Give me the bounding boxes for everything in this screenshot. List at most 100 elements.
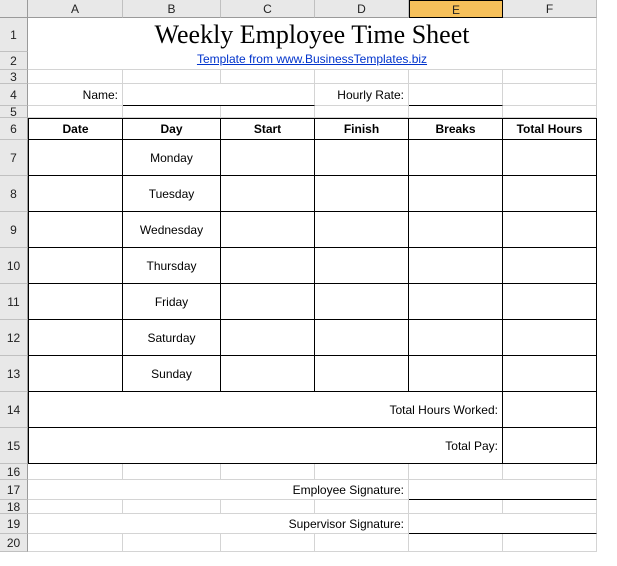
date-2[interactable] — [28, 212, 123, 248]
cell-F20[interactable] — [503, 534, 597, 552]
breaks-5[interactable] — [409, 320, 503, 356]
cell-B16[interactable] — [123, 464, 221, 480]
employee-signature-field[interactable] — [409, 480, 597, 500]
row-header-5[interactable]: 5 — [0, 106, 28, 118]
total-pay-value[interactable] — [503, 428, 597, 464]
cell-D18[interactable] — [315, 500, 409, 514]
cell-A5[interactable] — [28, 106, 123, 118]
select-all-corner[interactable] — [0, 0, 28, 18]
cell-F3[interactable] — [503, 70, 597, 84]
cell-C5[interactable] — [221, 106, 315, 118]
row-header-16[interactable]: 16 — [0, 464, 28, 480]
start-2[interactable] — [221, 212, 315, 248]
cell-D5[interactable] — [315, 106, 409, 118]
breaks-6[interactable] — [409, 356, 503, 392]
col-header-E[interactable]: E — [409, 0, 503, 18]
breaks-4[interactable] — [409, 284, 503, 320]
row-header-18[interactable]: 18 — [0, 500, 28, 514]
cell-C3[interactable] — [221, 70, 315, 84]
total-3[interactable] — [503, 248, 597, 284]
spreadsheet-grid[interactable]: A B C D E F 1 Weekly Employee Time Sheet… — [0, 0, 617, 552]
start-3[interactable] — [221, 248, 315, 284]
total-4[interactable] — [503, 284, 597, 320]
row-header-4[interactable]: 4 — [0, 84, 28, 106]
finish-6[interactable] — [315, 356, 409, 392]
start-4[interactable] — [221, 284, 315, 320]
cell-E3[interactable] — [409, 70, 503, 84]
cell-B20[interactable] — [123, 534, 221, 552]
date-6[interactable] — [28, 356, 123, 392]
finish-2[interactable] — [315, 212, 409, 248]
row-header-20[interactable]: 20 — [0, 534, 28, 552]
breaks-1[interactable] — [409, 176, 503, 212]
row-header-10[interactable]: 10 — [0, 248, 28, 284]
col-header-B[interactable]: B — [123, 0, 221, 18]
date-1[interactable] — [28, 176, 123, 212]
cell-E5[interactable] — [409, 106, 503, 118]
row-header-11[interactable]: 11 — [0, 284, 28, 320]
total-5[interactable] — [503, 320, 597, 356]
cell-C16[interactable] — [221, 464, 315, 480]
row-header-2[interactable]: 2 — [0, 52, 28, 70]
cell-D16[interactable] — [315, 464, 409, 480]
cell-B18[interactable] — [123, 500, 221, 514]
cell-E16[interactable] — [409, 464, 503, 480]
template-link[interactable]: Template from www.BusinessTemplates.biz — [28, 52, 597, 70]
cell-D20[interactable] — [315, 534, 409, 552]
total-2[interactable] — [503, 212, 597, 248]
date-3[interactable] — [28, 248, 123, 284]
finish-3[interactable] — [315, 248, 409, 284]
row-header-1[interactable]: 1 — [0, 18, 28, 52]
finish-1[interactable] — [315, 176, 409, 212]
col-header-D[interactable]: D — [315, 0, 409, 18]
start-1[interactable] — [221, 176, 315, 212]
cell-D3[interactable] — [315, 70, 409, 84]
breaks-0[interactable] — [409, 140, 503, 176]
cell-B5[interactable] — [123, 106, 221, 118]
row-header-15[interactable]: 15 — [0, 428, 28, 464]
breaks-3[interactable] — [409, 248, 503, 284]
row-header-12[interactable]: 12 — [0, 320, 28, 356]
start-6[interactable] — [221, 356, 315, 392]
cell-F5[interactable] — [503, 106, 597, 118]
cell-A3[interactable] — [28, 70, 123, 84]
col-header-C[interactable]: C — [221, 0, 315, 18]
row-header-3[interactable]: 3 — [0, 70, 28, 84]
row-header-8[interactable]: 8 — [0, 176, 28, 212]
name-field[interactable] — [123, 84, 315, 106]
date-4[interactable] — [28, 284, 123, 320]
start-0[interactable] — [221, 140, 315, 176]
cell-E20[interactable] — [409, 534, 503, 552]
row-header-7[interactable]: 7 — [0, 140, 28, 176]
cell-A20[interactable] — [28, 534, 123, 552]
row-header-6[interactable]: 6 — [0, 118, 28, 140]
col-header-F[interactable]: F — [503, 0, 597, 18]
supervisor-signature-field[interactable] — [409, 514, 597, 534]
finish-4[interactable] — [315, 284, 409, 320]
row-header-17[interactable]: 17 — [0, 480, 28, 500]
cell-C18[interactable] — [221, 500, 315, 514]
cell-A18[interactable] — [28, 500, 123, 514]
date-5[interactable] — [28, 320, 123, 356]
start-5[interactable] — [221, 320, 315, 356]
row-header-9[interactable]: 9 — [0, 212, 28, 248]
finish-5[interactable] — [315, 320, 409, 356]
row-header-13[interactable]: 13 — [0, 356, 28, 392]
total-1[interactable] — [503, 176, 597, 212]
row-header-14[interactable]: 14 — [0, 392, 28, 428]
total-6[interactable] — [503, 356, 597, 392]
finish-0[interactable] — [315, 140, 409, 176]
total-0[interactable] — [503, 140, 597, 176]
cell-F16[interactable] — [503, 464, 597, 480]
total-hours-worked-value[interactable] — [503, 392, 597, 428]
row-header-19[interactable]: 19 — [0, 514, 28, 534]
hourly-rate-field[interactable] — [409, 84, 503, 106]
cell-C20[interactable] — [221, 534, 315, 552]
cell-F18[interactable] — [503, 500, 597, 514]
cell-A16[interactable] — [28, 464, 123, 480]
breaks-2[interactable] — [409, 212, 503, 248]
cell-E18[interactable] — [409, 500, 503, 514]
col-header-A[interactable]: A — [28, 0, 123, 18]
date-0[interactable] — [28, 140, 123, 176]
cell-F4[interactable] — [503, 84, 597, 106]
